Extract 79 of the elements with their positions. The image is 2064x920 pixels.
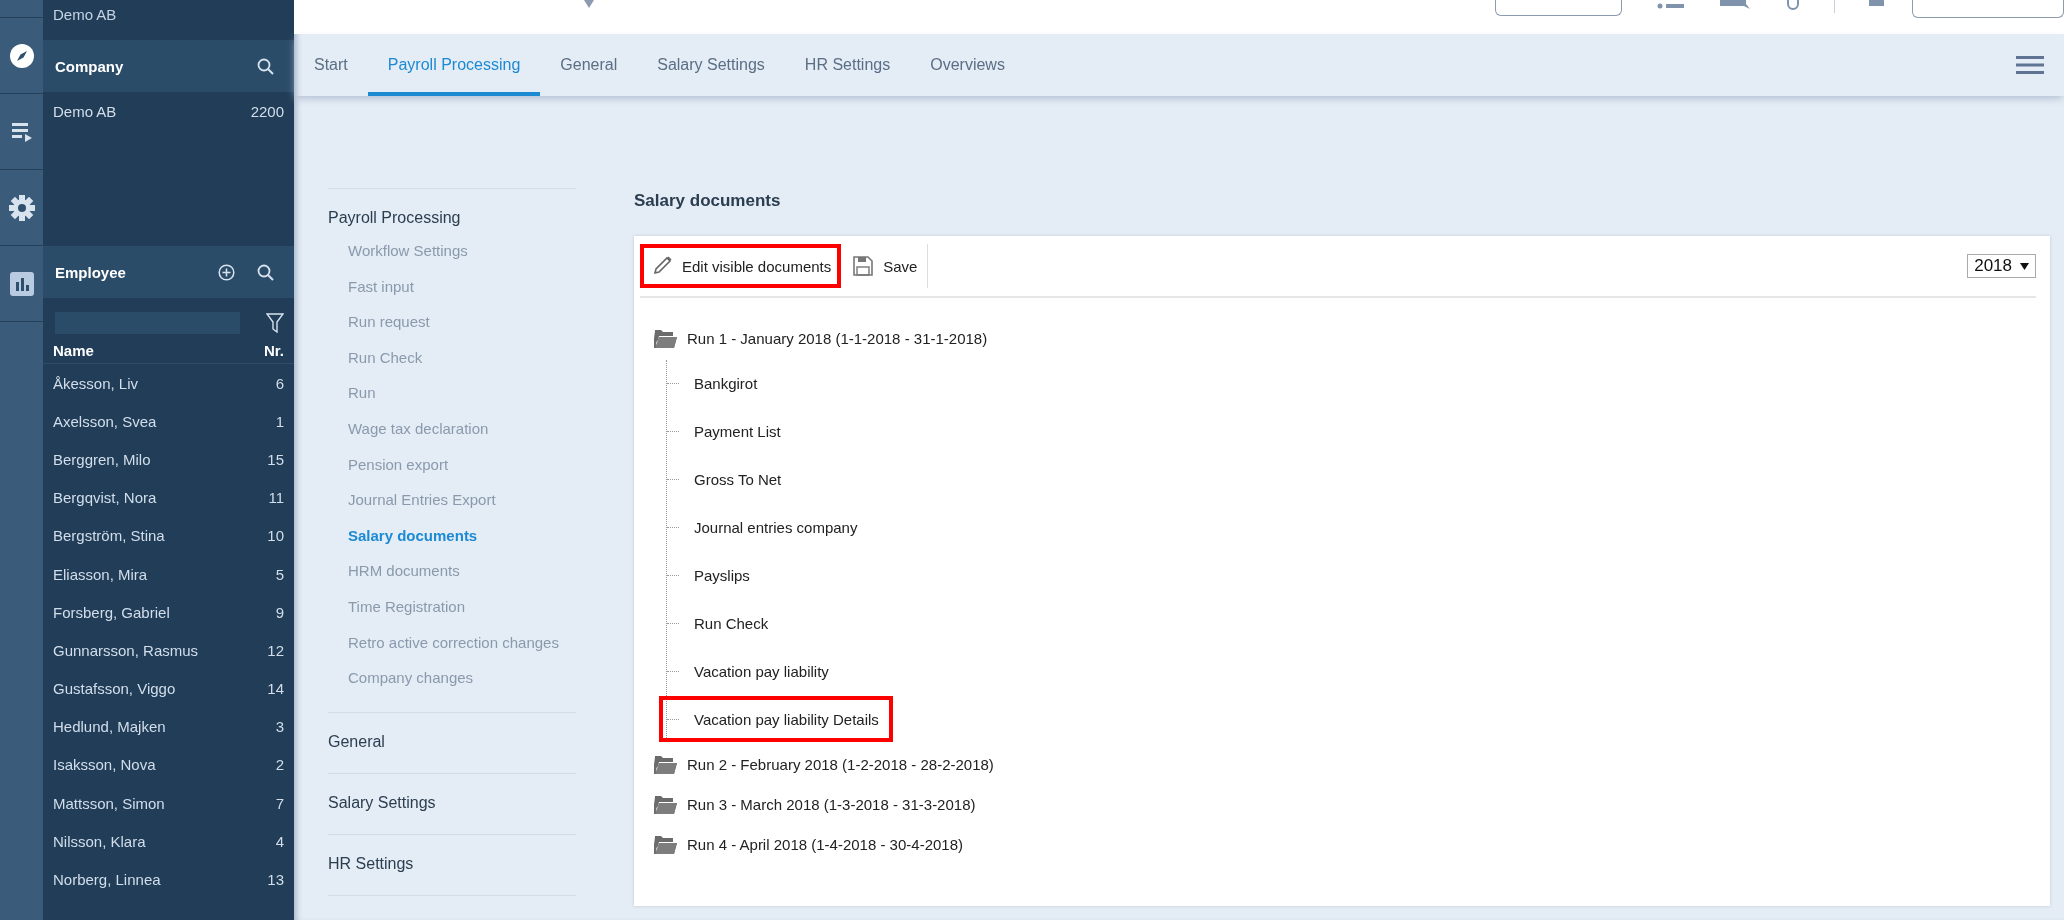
dropdown-icon — [2020, 262, 2029, 270]
employee-name[interactable]: Bergström, Stina — [53, 527, 165, 545]
section-title: Salary documents — [634, 190, 782, 212]
column-header: Name — [53, 342, 94, 359]
employee-number: 3 — [275, 718, 284, 736]
tree-item[interactable]: Run 1 - January 2018 (1-1-2018 - 31-1-2018) — [687, 329, 988, 347]
settings-icon[interactable] — [8, 194, 35, 221]
tree-item[interactable]: Run 2 - February 2018 (1-2-2018 - 28-2-2018) — [687, 755, 994, 773]
employee-number: 11 — [268, 489, 284, 507]
chart-icon[interactable] — [9, 271, 34, 296]
tree-item[interactable]: Payment List — [659, 408, 795, 454]
compass-icon[interactable] — [8, 42, 35, 69]
nav-section[interactable]: General — [328, 726, 576, 757]
header-field[interactable] — [1912, 0, 2064, 18]
year-select[interactable]: 2018 — [1967, 254, 2036, 278]
header-button[interactable] — [1495, 0, 1622, 16]
tab[interactable]: Salary Settings — [637, 38, 785, 96]
search-icon[interactable] — [257, 57, 274, 75]
tree-item[interactable]: Gross To Net — [659, 456, 796, 502]
employee-name[interactable]: Eliasson, Mira — [53, 565, 148, 583]
edit-button[interactable]: Edit visible documents — [640, 244, 842, 288]
employee-number: 13 — [267, 871, 284, 889]
filter-icon[interactable] — [266, 313, 284, 333]
company-name[interactable]: Demo AB — [53, 102, 117, 120]
employee-name[interactable]: Bergqvist, Nora — [53, 489, 157, 507]
employee-name[interactable]: Gunnarsson, Rasmus — [53, 641, 199, 659]
save-button[interactable]: Save — [841, 244, 928, 288]
tree-item[interactable]: Vacation pay liability — [659, 648, 843, 694]
nav-section[interactable]: Salary Settings — [328, 787, 576, 818]
folder-icon — [654, 794, 677, 814]
pin-icon — [584, 0, 594, 8]
folder-icon — [654, 328, 677, 348]
section-title: Employee — [55, 263, 126, 281]
tree-item[interactable]: Run Check — [659, 600, 783, 646]
employee-number: 5 — [275, 565, 284, 583]
employee-number: 6 — [275, 374, 284, 392]
add-icon[interactable] — [218, 263, 235, 281]
employee-number: 7 — [275, 794, 284, 812]
employee-number: 1 — [275, 412, 284, 430]
employee-name[interactable]: Norberg, Linnea — [53, 871, 161, 889]
nav-section[interactable]: HR Settings — [328, 848, 576, 879]
menu-icon[interactable] — [2016, 55, 2044, 75]
search-icon[interactable] — [257, 263, 274, 281]
tree-item[interactable]: Vacation pay liability Details — [659, 696, 893, 742]
tab[interactable]: HR Settings — [784, 38, 911, 96]
employee-name[interactable]: Mattsson, Simon — [53, 794, 165, 812]
employee-number: 14 — [267, 680, 284, 698]
employee-name[interactable]: Isaksson, Nova — [53, 756, 156, 774]
employee-name[interactable]: Forsberg, Gabriel — [53, 603, 170, 621]
section-title: Company — [55, 57, 124, 75]
tree-item[interactable]: Bankgirot — [659, 360, 772, 406]
tab[interactable]: Start — [294, 38, 368, 96]
company-name: Demo AB — [52, 5, 118, 25]
chat-icon[interactable] — [1720, 0, 1752, 12]
column-header: Nr. — [264, 342, 284, 359]
employee-number: 9 — [275, 603, 284, 621]
tab[interactable]: General — [540, 38, 638, 96]
tree-item[interactable]: Journal entries company — [659, 504, 872, 550]
employee-number: 10 — [267, 527, 284, 545]
employee-name[interactable]: Hedlund, Majken — [53, 718, 166, 736]
employee-name[interactable]: Nilsson, Klara — [53, 832, 146, 850]
tree-item[interactable]: Payslips — [659, 552, 764, 598]
employee-name[interactable]: Berggren, Milo — [53, 450, 151, 468]
save-icon — [853, 256, 874, 276]
employee-number: 12 — [267, 641, 284, 659]
company-number: 2200 — [250, 102, 284, 120]
employee-number: 15 — [267, 450, 284, 468]
employee-name[interactable]: Axelsson, Svea — [53, 412, 157, 430]
pencil-icon — [652, 256, 672, 276]
tree-item[interactable]: Run 4 - April 2018 (1-4-2018 - 30-4-2018) — [687, 835, 963, 853]
employee-name[interactable]: Åkesson, Liv — [53, 374, 139, 392]
nav-section[interactable]: Payroll Processing — [328, 203, 576, 233]
folder-icon — [654, 834, 677, 854]
employee-name[interactable]: Gustafsson, Viggo — [53, 680, 176, 698]
tree-item[interactable]: Run 3 - March 2018 (1-3-2018 - 31-3-2018) — [687, 795, 976, 813]
tab[interactable]: Overviews — [910, 38, 1025, 96]
employee-number: 2 — [275, 756, 284, 774]
folder-icon — [654, 754, 677, 774]
employee-number: 4 — [275, 832, 284, 850]
